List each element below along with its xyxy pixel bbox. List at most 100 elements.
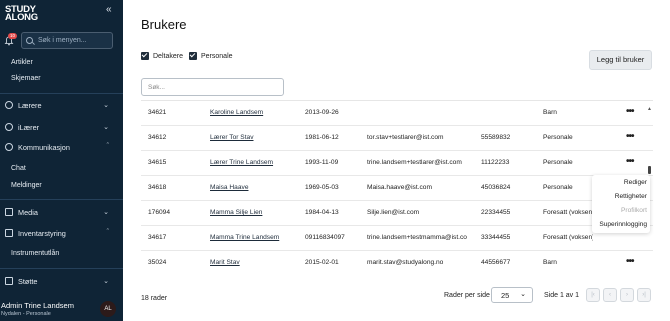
chevron-down-icon: ⌄ <box>520 291 526 298</box>
table-row[interactable]: 34617 Mamma Trine Landsem 09116834097 tr… <box>141 226 653 251</box>
person-icon <box>5 123 13 131</box>
cell-birthdate: 1984-04-13 <box>305 209 339 216</box>
cell-id: 34615 <box>148 159 167 166</box>
last-page-button[interactable]: ›| <box>637 288 651 302</box>
cell-name-link[interactable]: Maisa Haave <box>210 184 302 191</box>
cell-email: marit.stav@studyalong.no <box>367 259 444 266</box>
cell-email: Silje.lien@ist.com <box>367 209 420 216</box>
search-icon <box>26 37 33 44</box>
cell-birthdate: 1969-05-03 <box>305 184 339 191</box>
next-page-button[interactable]: › <box>620 288 634 302</box>
menu-item-rediger[interactable]: Rediger <box>624 179 647 186</box>
cell-email: tor.stav+testlarer@ist.com <box>367 134 444 141</box>
row-context-menu: Rediger Rettigheter Profilkort Superinnl… <box>592 175 650 233</box>
sidebar-section-inventarstyring[interactable]: Inventarstyring ˆ <box>5 227 111 239</box>
rows-per-page-value: 25 <box>501 291 510 300</box>
cell-name-link[interactable]: Marit Stav <box>210 259 302 266</box>
cell-id: 176094 <box>148 209 171 216</box>
chevron-down-icon: ⌄ <box>103 102 109 109</box>
table-row[interactable]: 35024 Marit Stav 2015-02-01 marit.stav@s… <box>141 251 653 275</box>
user-profile[interactable]: Admin Trine Landsem Nydalen - Personale … <box>0 300 123 321</box>
sidebar-section-media[interactable]: Media ⌄ <box>5 206 111 218</box>
more-actions-icon[interactable]: ••• <box>626 156 634 167</box>
sidebar-section-stotte[interactable]: Støtte ⌄ <box>5 275 111 287</box>
sidebar-divider <box>0 199 123 200</box>
sidebar-item-artikler[interactable]: Artikler <box>11 59 33 66</box>
table-row[interactable]: 176094 Mamma Silje Lien 1984-04-13 Silje… <box>141 201 653 226</box>
scroll-up-arrow-icon[interactable]: ▲ <box>647 106 652 112</box>
page-indicator: Side 1 av 1 <box>544 292 580 299</box>
previous-page-button[interactable]: ‹ <box>603 288 617 302</box>
cell-phone: 22334455 <box>481 209 511 216</box>
filter-deltakere[interactable]: Deltakere <box>141 52 183 60</box>
support-icon <box>5 277 13 285</box>
sidebar-section-laerere[interactable]: Lærere ⌄ <box>5 99 111 111</box>
table-search-input[interactable]: Søk... <box>141 78 284 96</box>
sidebar-section-kommunikasjon[interactable]: Kommunikasjon ˆ <box>5 141 111 153</box>
cell-birthdate: 1993-11-09 <box>305 159 339 166</box>
sidebar-item-chat[interactable]: Chat <box>11 165 26 172</box>
menu-search-placeholder: Søk i menyen... <box>38 37 87 44</box>
collapse-sidebar-icon[interactable]: « <box>106 4 112 15</box>
rows-per-page-select[interactable]: 25 ⌄ <box>491 287 533 303</box>
table-row[interactable]: 34621 Karoline Landsem 2013-09-26 Barn •… <box>141 101 653 126</box>
filter-label: Personale <box>201 52 233 60</box>
filter-personale[interactable]: Personale <box>189 52 233 60</box>
sidebar-item-instrumentutlan[interactable]: Instrumentutlån <box>11 250 59 257</box>
cell-role: Barn <box>543 109 557 116</box>
chevron-down-icon: ⌄ <box>103 124 109 131</box>
sidebar-divider <box>0 268 123 269</box>
cell-id: 34617 <box>148 234 167 241</box>
more-actions-icon[interactable]: ••• <box>626 256 634 267</box>
cell-id: 35024 <box>148 259 167 266</box>
cell-name-link[interactable]: Lærer Trine Landsem <box>210 159 302 166</box>
table-row[interactable]: 34615 Lærer Trine Landsem 1993-11-09 tri… <box>141 151 653 176</box>
first-page-button[interactable]: |‹ <box>586 288 600 302</box>
sidebar-divider <box>0 93 123 94</box>
chat-icon <box>5 143 13 151</box>
cell-phone: 55589832 <box>481 134 511 141</box>
more-actions-icon[interactable]: ••• <box>626 106 634 117</box>
more-actions-icon[interactable]: ••• <box>626 131 634 142</box>
cell-role: Personale <box>543 184 573 191</box>
menu-search-input[interactable]: Søk i menyen... <box>21 32 113 49</box>
sidebar-item-meldinger[interactable]: Meldinger <box>11 182 42 189</box>
checkbox-checked[interactable] <box>141 52 149 60</box>
filter-label: Deltakere <box>153 52 183 60</box>
add-user-button[interactable]: Legg til bruker <box>589 50 652 70</box>
cell-phone: 44556677 <box>481 259 511 266</box>
cell-birthdate: 2013-09-26 <box>305 109 339 116</box>
rows-per-page-label: Rader per side <box>444 292 490 299</box>
cell-name-link[interactable]: Mamma Silje Lien <box>210 209 302 216</box>
avatar[interactable]: AL <box>100 301 116 317</box>
menu-item-superinnlogging[interactable]: Superinnlogging <box>599 221 647 228</box>
menu-item-profilkort: Profilkort <box>620 207 647 214</box>
table-row[interactable]: 34612 Lærer Tor Stav 1981-06-12 tor.stav… <box>141 126 653 151</box>
cell-phone: 11122233 <box>481 159 510 166</box>
cell-birthdate: 1981-06-12 <box>305 134 339 141</box>
user-icon <box>5 101 13 109</box>
sidebar-section-label: Kommunikasjon <box>18 142 70 152</box>
menu-item-rettigheter[interactable]: Rettigheter <box>615 193 647 200</box>
user-subtitle: Nydalen - Personale <box>1 311 51 317</box>
media-icon <box>5 208 13 216</box>
cell-role: Foresatt (voksen) <box>543 209 593 216</box>
sidebar-item-skjemaer[interactable]: Skjemaer <box>11 75 41 82</box>
sidebar-section-label: Lærere <box>18 100 42 110</box>
chevron-down-icon: ⌄ <box>103 278 109 285</box>
cell-role: Personale <box>543 134 573 141</box>
cell-role: Personale <box>543 159 573 166</box>
cell-name-link[interactable]: Karoline Landsem <box>210 109 302 116</box>
user-name: Admin Trine Landsem <box>1 301 74 310</box>
cell-phone: 33344455 <box>481 234 511 241</box>
inventory-icon <box>5 229 13 237</box>
cell-email: trine.landsem+testlarer@ist.com <box>367 159 462 166</box>
cell-role: Barn <box>543 259 557 266</box>
cell-email: trine.landsem+testmamma@ist.com <box>367 234 467 241</box>
sidebar-section-ilaerer[interactable]: iLærer ⌄ <box>5 121 111 133</box>
cell-name-link[interactable]: Mamma Trine Landsem <box>210 234 302 241</box>
scrollbar-thumb[interactable] <box>648 166 651 174</box>
table-row[interactable]: 34618 Maisa Haave 1969-05-03 Maisa.haave… <box>141 176 653 201</box>
checkbox-checked[interactable] <box>189 52 197 60</box>
cell-name-link[interactable]: Lærer Tor Stav <box>210 134 302 141</box>
